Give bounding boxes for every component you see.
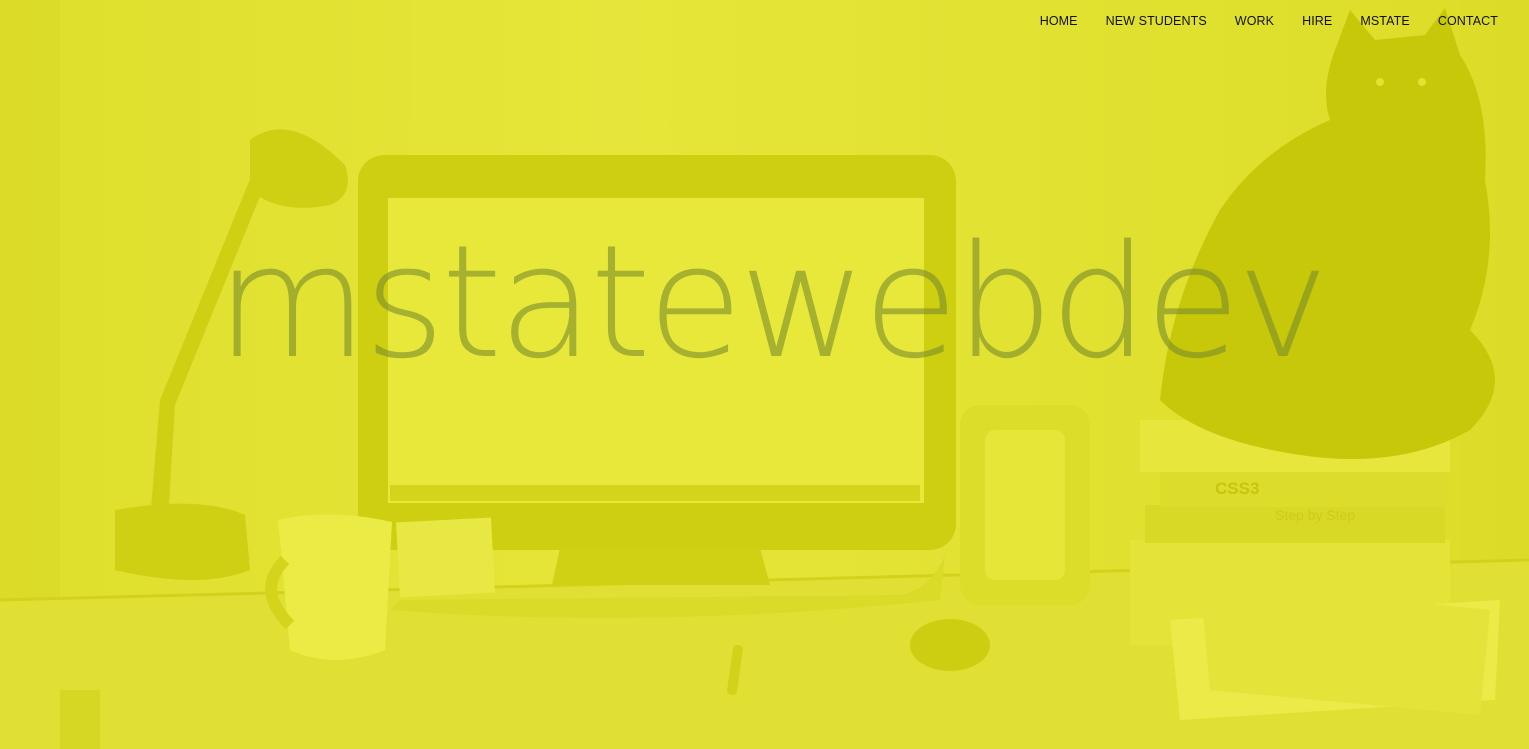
nav-home-link[interactable]: HOME	[1040, 14, 1078, 28]
speaker	[960, 405, 1090, 605]
nav-new-students-link[interactable]: NEW STUDENTS	[1106, 14, 1207, 28]
nav-contact-link[interactable]: CONTACT	[1438, 14, 1498, 28]
computer-mouse	[910, 619, 990, 671]
nav-work-link[interactable]: WORK	[1235, 14, 1274, 28]
svg-text:Step by Step: Step by Step	[1275, 507, 1355, 523]
main-navigation: HOME NEW STUDENTS WORK HIRE MSTATE CONTA…	[1040, 14, 1498, 28]
nav-mstate-link[interactable]: MSTATE	[1360, 14, 1409, 28]
coffee-mug	[265, 514, 392, 660]
svg-text:CSS3: CSS3	[1215, 479, 1259, 498]
nav-hire-link[interactable]: HIRE	[1302, 14, 1332, 28]
site-title: mstatewebdev	[215, 211, 1329, 393]
sticky-note	[396, 517, 495, 598]
